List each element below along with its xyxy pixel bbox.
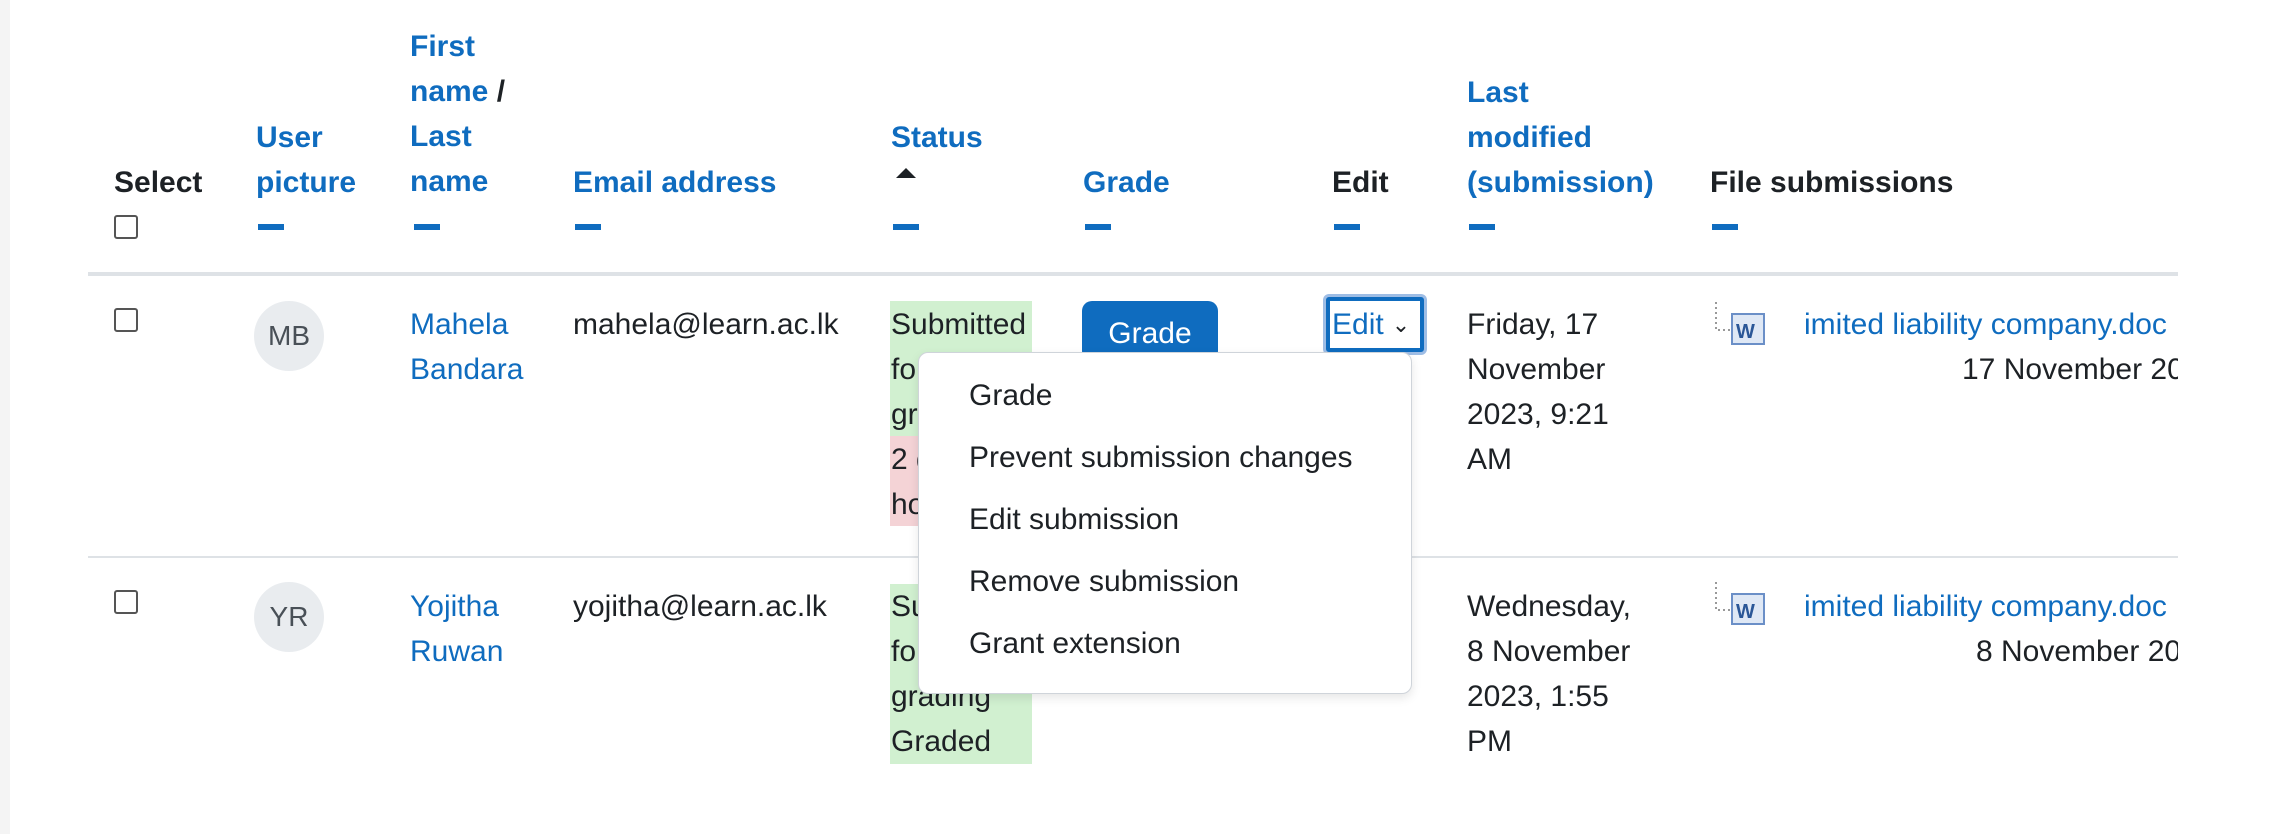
select-all-checkbox[interactable] (114, 215, 138, 239)
row-checkbox[interactable] (114, 590, 138, 614)
collapse-status-icon[interactable] (893, 224, 919, 230)
avatar: MB (254, 301, 324, 371)
svg-text:W: W (1736, 601, 1755, 623)
menu-item-grant-extension[interactable]: Grant extension (969, 621, 1181, 666)
collapse-email-icon[interactable] (575, 224, 601, 230)
collapse-file-submissions-icon[interactable] (1712, 224, 1738, 230)
collapse-name-icon[interactable] (414, 224, 440, 230)
left-panel-edge (0, 0, 10, 834)
edit-dropdown-menu: Grade Prevent submission changes Edit su… (918, 352, 1412, 694)
header-divider (88, 272, 2178, 276)
menu-item-prevent-submission-changes[interactable]: Prevent submission changes (969, 435, 1353, 480)
collapse-edit-icon[interactable] (1334, 224, 1360, 230)
header-grade[interactable]: Grade (1083, 160, 1170, 205)
email-cell: yojitha@learn.ac.lk (573, 590, 827, 623)
header-edit: Edit (1332, 166, 1389, 199)
menu-item-grade[interactable]: Grade (969, 373, 1052, 418)
collapse-last-modified-icon[interactable] (1469, 224, 1495, 230)
sort-last-name[interactable]: Last (410, 114, 505, 159)
collapse-user-picture-icon[interactable] (258, 224, 284, 230)
sort-ascending-icon (896, 168, 916, 178)
collapse-grade-icon[interactable] (1085, 224, 1111, 230)
svg-text:W: W (1736, 321, 1755, 343)
file-date: 17 November 20 (1962, 353, 2178, 386)
sort-first-name-2[interactable]: name (410, 75, 488, 108)
header-email[interactable]: Email address (573, 160, 776, 205)
file-date: 8 November 20 (1976, 635, 2178, 668)
sort-first-name[interactable]: First (410, 24, 505, 69)
menu-item-edit-submission[interactable]: Edit submission (969, 497, 1179, 542)
last-modified-cell: Friday, 17 November 2023, 9:21 AM (1467, 308, 1609, 476)
word-file-icon: W (1715, 582, 1765, 625)
word-file-icon: W (1715, 302, 1765, 345)
header-status[interactable]: Status (891, 115, 983, 160)
last-modified-cell: Wednesday, 8 November 2023, 1:55 PM (1467, 590, 1631, 758)
avatar: YR (254, 582, 324, 652)
user-name-link[interactable]: Mahela Bandara (410, 302, 523, 392)
header-last-modified[interactable]: Last modified (submission) (1467, 70, 1654, 205)
row-checkbox[interactable] (114, 308, 138, 332)
email-cell: mahela@learn.ac.lk (573, 308, 839, 341)
header-user-picture[interactable]: User picture (256, 115, 356, 205)
edit-select[interactable]: Edit ⌄ (1326, 297, 1424, 352)
header-file-submissions: File submissions (1710, 166, 1954, 199)
header-select: Select (114, 166, 203, 199)
chevron-down-icon: ⌄ (1391, 311, 1411, 337)
file-link[interactable]: imited liability company.doc (1804, 584, 2167, 629)
header-name[interactable]: First name / Last name (410, 24, 505, 204)
user-name-link[interactable]: Yojitha Ruwan (410, 584, 503, 674)
menu-item-remove-submission[interactable]: Remove submission (969, 559, 1239, 604)
file-link[interactable]: imited liability company.doc (1804, 302, 2167, 347)
